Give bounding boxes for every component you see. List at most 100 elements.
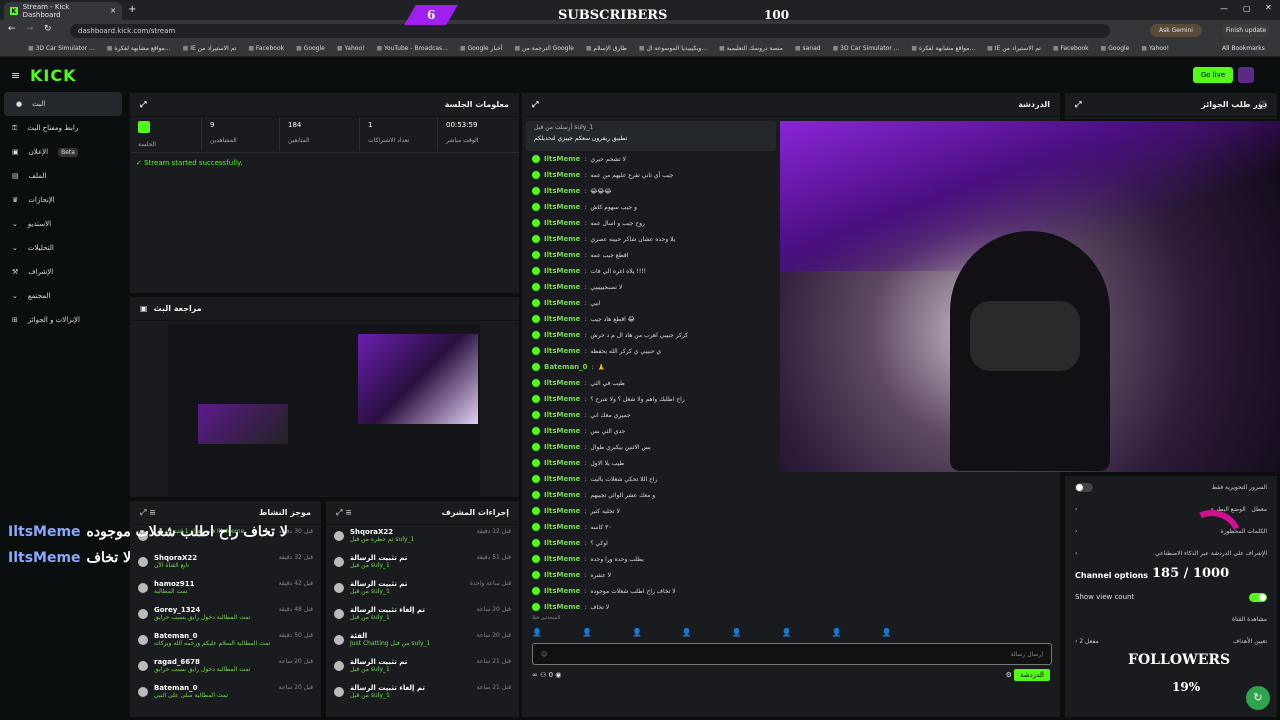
bookmark-item[interactable]: Facebook bbox=[1053, 45, 1088, 52]
reload-icon[interactable]: ↻ bbox=[44, 24, 52, 34]
chat-message[interactable]: IltsMeme: لا تخاف راح اطلب شغلات موجوده bbox=[522, 583, 1060, 599]
chat-message[interactable]: IltsMeme: اوكي ؟ bbox=[522, 535, 1060, 551]
popout-icon[interactable]: ⤢ ≡ bbox=[140, 508, 156, 518]
sidebar-item-profile[interactable]: ▤ الملف bbox=[0, 164, 126, 188]
sidebar-item-studio[interactable]: ⌄ الاستديو bbox=[0, 212, 126, 236]
chevron-right-icon[interactable]: › bbox=[1075, 506, 1077, 513]
preview-video[interactable] bbox=[168, 324, 480, 496]
sidebar-item-moderation[interactable]: ⚒ الإشراف bbox=[0, 260, 126, 284]
list-item[interactable]: تم تثبيت الرسالة من قبل suly_1 قبل ساعة وا… bbox=[326, 577, 519, 603]
bookmark-item[interactable]: Yahoo! bbox=[337, 45, 364, 52]
list-item[interactable]: تم تثبيت الرسالة من قبل suly_1 قبل 21 ساعة bbox=[326, 655, 519, 681]
list-item[interactable]: ragad_6678 تمت المطالبة دخول رايق بسبب حر… bbox=[130, 655, 321, 681]
expand-icon[interactable]: ⤢ bbox=[140, 100, 146, 110]
key-icon: ⚿ bbox=[12, 123, 18, 132]
ask-gemini-button[interactable]: Ask Gemini bbox=[1150, 24, 1202, 37]
emoji-icon[interactable]: ☺ bbox=[541, 651, 547, 658]
list-item[interactable]: Bateman_0 تمت المطالبة صلى على النبي قبل 2… bbox=[130, 681, 321, 707]
all-bookmarks[interactable]: All Bookmarks bbox=[1222, 45, 1265, 52]
popout-icon[interactable]: ⤢ bbox=[532, 100, 538, 110]
user-icon bbox=[334, 687, 344, 697]
window-close-icon[interactable]: ✕ bbox=[1265, 3, 1272, 12]
new-tab-icon[interactable]: + bbox=[128, 4, 136, 15]
bookmark-item[interactable]: طارق الإسلام bbox=[586, 45, 626, 52]
finish-update-button[interactable]: Finish update bbox=[1222, 24, 1270, 37]
bookmark-item[interactable]: الترجمة من Google bbox=[514, 45, 574, 52]
list-item[interactable]: Bateman_0 تمت المطالبة السلام عليكم ورحمه… bbox=[130, 629, 321, 655]
list-item[interactable]: ShqoraX22 تم حظره من قبل suly_1 قبل 12 دقي… bbox=[326, 525, 519, 551]
chat-send-button[interactable]: الدردشة bbox=[1014, 669, 1050, 681]
kick-logo[interactable]: KICK bbox=[30, 66, 77, 85]
settings-icon[interactable]: ⚙ bbox=[1006, 671, 1012, 679]
pinned-message[interactable]: أرسلت من قبل suly_1 تطبيق ريفرون سعكم جي… bbox=[526, 121, 776, 151]
bookmark-item[interactable]: sanad bbox=[795, 45, 820, 52]
bookmark-item[interactable]: مواقع مشابهة لفكرة... bbox=[911, 45, 975, 52]
forward-icon[interactable]: → bbox=[26, 24, 34, 34]
list-item[interactable]: تم تثبيت الرسالة من قبل suly_1 قبل 51 دقيق… bbox=[326, 551, 519, 577]
list-item[interactable]: تم إلغاء تثبيت الرسالة من قبل suly_1 قبل 2… bbox=[326, 603, 519, 629]
bookmark-item[interactable]: Google bbox=[1101, 45, 1129, 52]
popout-icon[interactable]: ⤢ bbox=[1075, 100, 1081, 110]
sidebar-item-achievements[interactable]: ♛ الإنجازات bbox=[0, 188, 126, 212]
bookmark-item[interactable]: منصة دروسك التعليمية bbox=[719, 45, 783, 52]
show-view-count-toggle[interactable] bbox=[1249, 592, 1267, 602]
chat-message[interactable]: IltsMeme: راح اللا تحكي شغلات باليت bbox=[522, 471, 1060, 487]
list-item[interactable]: تم إلغاء تثبيت الرسالة من قبل suly_1 قبل 2… bbox=[326, 681, 519, 707]
chat-message[interactable]: IltsMeme: و معك عشر الوائي تجيبهم bbox=[522, 487, 1060, 503]
chat-message[interactable]: IltsMeme: لا عشره bbox=[522, 567, 1060, 583]
bookmark-item[interactable]: ويكيبيديا الموسوعة ال... bbox=[639, 45, 707, 52]
bookmark-item[interactable]: 3D Car Simulator ... bbox=[833, 45, 899, 52]
sidebar-item-analytics[interactable]: ⌄ التحليلات bbox=[0, 236, 126, 260]
minimize-icon[interactable]: — bbox=[1220, 4, 1228, 13]
beta-badge: Beta bbox=[58, 147, 78, 157]
bookmark-item[interactable]: Yahoo! bbox=[1141, 45, 1169, 52]
list-item[interactable]: Gorey_1324 تمت المطالبة دخول رايق بسبب حر… bbox=[130, 603, 321, 629]
user-badge-icon bbox=[532, 507, 540, 515]
bookmark-item[interactable]: YouTube - Broadcas... bbox=[377, 45, 448, 52]
bookmark-item[interactable]: Google bbox=[296, 45, 325, 52]
chat-input[interactable]: ☺ إرسال رسالة bbox=[532, 643, 1052, 665]
bookmark-item[interactable]: Google أخبار bbox=[460, 45, 502, 52]
popout-icon[interactable]: ⤢ ≡ bbox=[336, 508, 352, 518]
sidebar-item-drops[interactable]: ⊞ الإنزالات و الجوائز bbox=[0, 308, 126, 332]
bookmark-item[interactable]: 3D Car Simulator ... bbox=[28, 45, 95, 52]
list-item[interactable]: hamoz911 تمت المطالبة قبل 42 دقيقة bbox=[130, 577, 321, 603]
sidebar-item-ads[interactable]: ▣ الإعلان Beta bbox=[0, 140, 126, 164]
user-badge-icon bbox=[532, 427, 540, 435]
tab-close-icon[interactable]: ✕ bbox=[110, 7, 116, 15]
maximize-icon[interactable]: ▢ bbox=[1243, 4, 1251, 13]
emote-only-toggle[interactable] bbox=[1075, 482, 1093, 492]
bookmark-item[interactable]: IE تم الاستيراد من bbox=[183, 45, 236, 52]
user-badge-icon bbox=[532, 459, 540, 467]
go-live-button[interactable]: Go live bbox=[1193, 67, 1233, 83]
bookmark-item[interactable]: مواقع مشابهة لفكرة... bbox=[107, 45, 170, 52]
list-item[interactable]: الفئة Just Chatting من قبل suly_1 قبل 20 س… bbox=[326, 629, 519, 655]
chevron-right-icon[interactable]: › bbox=[1075, 550, 1077, 557]
browser-tab[interactable]: K Stream - Kick Dashboard ✕ bbox=[4, 2, 122, 20]
menu-icon[interactable]: ≡ bbox=[11, 69, 20, 82]
sidebar-item-community[interactable]: ⌄ المجتمع bbox=[0, 284, 126, 308]
chat-message[interactable]: IltsMeme:٣٠ كاسه bbox=[522, 519, 1060, 535]
help-icon[interactable]: ↻ bbox=[1246, 686, 1270, 710]
back-icon[interactable]: ← bbox=[8, 24, 16, 34]
chat-message[interactable]: IltsMeme: لا تخاف bbox=[522, 599, 1060, 613]
chevron-right-icon[interactable]: › bbox=[1075, 528, 1077, 535]
user-badge-icon bbox=[532, 347, 540, 355]
sidebar-item-stream-key[interactable]: ⚿ رابط ومفتاح البث bbox=[0, 116, 126, 140]
user-badge-icon bbox=[532, 299, 540, 307]
user-badge-icon bbox=[532, 523, 540, 531]
chevron-right-icon[interactable]: › مفعل 2 bbox=[1075, 638, 1099, 645]
avatar[interactable] bbox=[1238, 67, 1254, 83]
bookmark-item[interactable]: IE تم الاستيراد من bbox=[987, 45, 1041, 52]
sidebar-item-stream[interactable]: ● البث bbox=[4, 92, 122, 116]
bookmark-item[interactable]: Facebook bbox=[248, 45, 284, 52]
info-icon[interactable]: ⓘ bbox=[1259, 100, 1267, 111]
chat-message[interactable]: IltsMeme: يطلب وحده ورا وحده bbox=[522, 551, 1060, 567]
chat-message[interactable]: IltsMeme: لا تخليه كثير bbox=[522, 503, 1060, 519]
webcam-feed bbox=[780, 121, 1280, 472]
preview-nested bbox=[198, 404, 288, 444]
address-bar[interactable]: dashboard.kick.com/stream bbox=[70, 24, 1110, 38]
chevron-down-icon: ⌄ bbox=[12, 220, 18, 228]
user-icon bbox=[138, 661, 148, 671]
user-badge-icon bbox=[532, 203, 540, 211]
